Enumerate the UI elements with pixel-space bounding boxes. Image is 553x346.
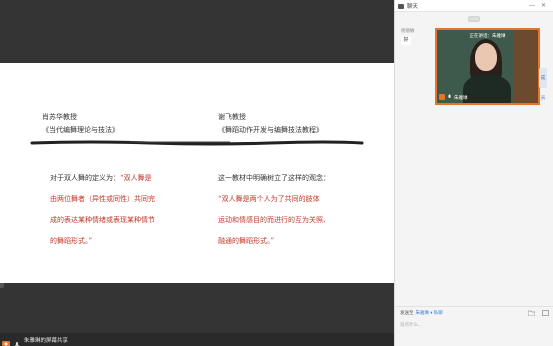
chat-icon — [398, 0, 404, 15]
right-quote-line: “双人舞是两个人为了共同的肢体 — [218, 195, 320, 203]
presentation-slide: 肖苏华教授 《当代编舞理论与技法》 谢飞教授 《舞蹈动作开发与编舞技法教程》 对… — [0, 63, 394, 283]
app-window: 肖苏华教授 《当代编舞理论与技法》 谢飞教授 《舞蹈动作开发与编舞技法教程》 对… — [0, 0, 553, 346]
left-quote-line: 对于双人舞的定义为：“双人舞是 — [50, 173, 152, 184]
send-target-row[interactable]: 发送至 朱雅琳 ▾ 私聊 — [400, 310, 443, 316]
right-quote-line: 运动和情感目的而进行的互为关照、 — [218, 216, 330, 224]
right-book-title: 《舞蹈动作开发与编舞技法教程》 — [218, 126, 323, 134]
screen-share-label: 朱雅琳的屏幕共享 — [24, 337, 69, 344]
left-quote-line: 成的表达某种情绪或表现某种情节 — [50, 216, 155, 224]
left-author: 肖苏华教授 — [42, 113, 77, 121]
message-timestamp: 10:24 — [468, 16, 480, 22]
video-name-tag: 朱雅琳 — [439, 94, 468, 101]
members-side-tab[interactable]: 成员 — [539, 68, 547, 100]
user-icon — [439, 94, 445, 101]
send-target-select[interactable]: 朱雅琳 ▾ 私聊 — [416, 310, 443, 316]
speaker-video[interactable]: 正在讲话：朱雅琳 朱雅琳 — [435, 28, 540, 105]
chat-input-divider — [394, 306, 553, 307]
folder-icon[interactable] — [527, 310, 536, 318]
video-background-shelf — [514, 30, 538, 103]
speaker-body — [463, 75, 511, 103]
chat-title: 聊天 — [407, 3, 419, 10]
screenshot-icon[interactable] — [542, 310, 549, 318]
video-speaker-name: 朱雅琳 — [454, 94, 468, 100]
left-quote-line: 的舞蹈形式。” — [50, 237, 93, 245]
right-quote-line: 这一教材中明确树立了这样的观念： — [218, 174, 330, 182]
send-label: 发送至 — [400, 310, 414, 315]
speaking-indicator: 正在讲话：朱雅琳 — [469, 33, 506, 38]
speaker-face — [475, 43, 497, 71]
ink-brush-divider — [30, 140, 364, 146]
close-icon[interactable]: ✕ — [541, 2, 546, 10]
left-book-title: 《当代编舞理论与技法》 — [42, 126, 119, 134]
left-quote-line: 由两位舞者（异性或同性）共同完 — [50, 195, 155, 203]
right-author: 谢飞教授 — [218, 113, 246, 121]
left-quote-text: “双人舞是 — [120, 174, 152, 182]
screen-share-bar: 朱雅琳的屏幕共享 — [0, 333, 394, 346]
user-icon — [2, 336, 10, 346]
chat-input[interactable]: 说点什么... — [400, 322, 422, 328]
message-sender: 杨丽敏 — [401, 28, 415, 33]
shared-screen: 肖苏华教授 《当代编舞理论与技法》 谢飞教授 《舞蹈动作开发与编舞技法教程》 对… — [0, 0, 394, 346]
left-quote-prefix: 对于双人舞的定义为： — [50, 174, 120, 182]
message-bubble: 好 — [401, 36, 411, 45]
chat-titlebar: 聊天 — ✕ — [395, 0, 553, 12]
right-quote-line: 融通的舞蹈形式。” — [218, 237, 275, 245]
minimize-icon[interactable]: — — [529, 2, 535, 10]
microphone-icon — [447, 94, 452, 101]
microphone-icon[interactable] — [13, 336, 21, 346]
